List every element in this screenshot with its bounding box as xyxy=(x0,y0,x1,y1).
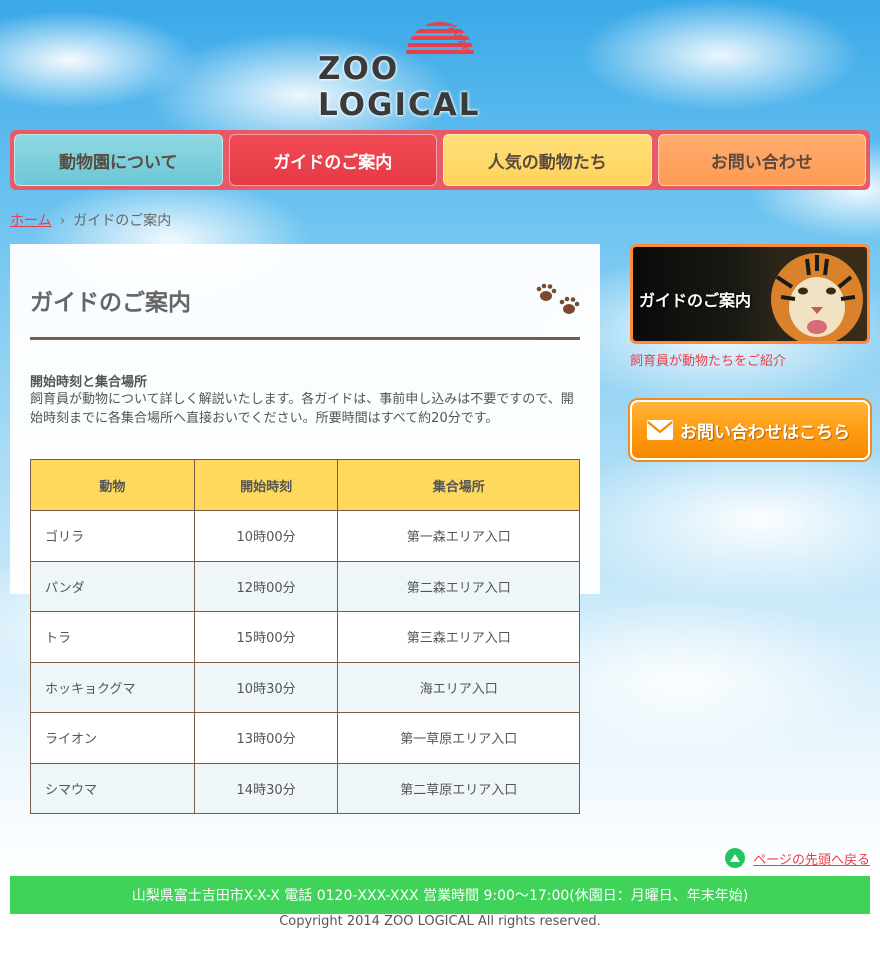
guide-banner-label: ガイドのご案内 xyxy=(639,291,752,310)
cell-start-time: 15時00分 xyxy=(193,611,339,663)
cell-meeting-place: 第二森エリア入口 xyxy=(337,560,580,612)
table-header-row: 動物 開始時刻 集合場所 xyxy=(30,459,580,511)
table-row: ホッキョクグマ 10時30分 海エリア入口 xyxy=(30,661,580,713)
section-description: 飼育員が動物について詳しく解説いたします。各ガイドは、事前申し込みは不要ですので… xyxy=(30,392,574,426)
cell-meeting-place: 海エリア入口 xyxy=(337,661,580,713)
table-row: シマウマ 14時30分 第二草原エリア入口 xyxy=(30,762,580,814)
column-header-animal: 動物 xyxy=(30,459,195,511)
footer-info-text: 山梨県富士吉田市X-X-X 電話 0120-XXX-XXX 営業時間 9:00～… xyxy=(131,888,749,904)
cell-animal: ゴリラ xyxy=(30,510,195,562)
logo-text: ZOO LOGICAL xyxy=(318,51,481,123)
cell-animal: トラ xyxy=(30,611,195,663)
title-divider xyxy=(30,337,580,340)
nav-animals[interactable]: 人気の動物たち xyxy=(443,134,652,186)
cell-animal: ホッキョクグマ xyxy=(30,661,195,713)
tiger-icon xyxy=(771,253,863,341)
cell-animal: ライオン xyxy=(30,712,195,764)
page-title: ガイドのご案内 xyxy=(30,290,191,316)
cell-meeting-place: 第一森エリア入口 xyxy=(337,510,580,562)
back-to-top-link[interactable]: ページの先頭へ戻る xyxy=(725,848,870,868)
cell-meeting-place: 第三森エリア入口 xyxy=(337,611,580,663)
nav-contact[interactable]: お問い合わせ xyxy=(657,134,866,186)
guide-banner[interactable]: ガイドのご案内 xyxy=(630,244,870,344)
cell-animal: パンダ xyxy=(30,560,195,612)
cell-start-time: 10時00分 xyxy=(193,510,339,562)
contact-button-label: お問い合わせはこちら xyxy=(680,422,850,443)
paw-print-icon xyxy=(536,283,580,314)
column-header-meeting-place: 集合場所 xyxy=(337,459,580,511)
contact-button[interactable]: お問い合わせはこちら xyxy=(630,400,870,460)
table-row: トラ 15時00分 第三森エリア入口 xyxy=(30,611,580,663)
breadcrumb-home-link[interactable]: ホーム xyxy=(10,213,52,229)
footer-info-bar: 山梨県富士吉田市X-X-X 電話 0120-XXX-XXX 営業時間 9:00～… xyxy=(10,876,870,914)
site-logo[interactable]: ZOO LOGICAL JAPAN xyxy=(318,18,562,123)
nav-about[interactable]: 動物園について xyxy=(14,134,223,186)
table-row: ライオン 13時00分 第一草原エリア入口 xyxy=(30,712,580,764)
global-nav: 動物園について ガイドのご案内 人気の動物たち お問い合わせ xyxy=(10,130,870,190)
guide-banner-caption[interactable]: 飼育員が動物たちをご紹介 xyxy=(630,350,786,369)
section-heading: 開始時刻と集合場所 xyxy=(30,375,148,390)
cell-start-time: 13時00分 xyxy=(193,712,339,764)
cell-start-time: 14時30分 xyxy=(193,762,339,814)
breadcrumb: ホーム › ガイドのご案内 xyxy=(10,210,171,230)
nav-guide[interactable]: ガイドのご案内 xyxy=(228,134,437,186)
breadcrumb-current: ガイドのご案内 xyxy=(73,213,172,229)
cell-animal: シマウマ xyxy=(30,762,195,814)
breadcrumb-separator-icon: › xyxy=(59,213,66,229)
cell-meeting-place: 第一草原エリア入口 xyxy=(337,712,580,764)
cell-start-time: 10時30分 xyxy=(193,661,339,713)
cell-start-time: 12時00分 xyxy=(193,560,339,612)
table-row: ゴリラ 10時00分 第一森エリア入口 xyxy=(30,510,580,562)
cell-meeting-place: 第二草原エリア入口 xyxy=(337,762,580,814)
arrow-up-icon xyxy=(725,848,746,868)
guide-schedule-table: 動物 開始時刻 集合場所 ゴリラ 10時00分 第一森エリア入口 パンダ 12時… xyxy=(30,459,580,814)
copyright: Copyright 2014 ZOO LOGICAL All rights re… xyxy=(279,914,601,929)
column-header-start-time: 開始時刻 xyxy=(193,459,339,511)
table-row: パンダ 12時00分 第二森エリア入口 xyxy=(30,560,580,612)
envelope-icon xyxy=(647,420,673,440)
back-to-top-label: ページの先頭へ戻る xyxy=(753,852,870,868)
